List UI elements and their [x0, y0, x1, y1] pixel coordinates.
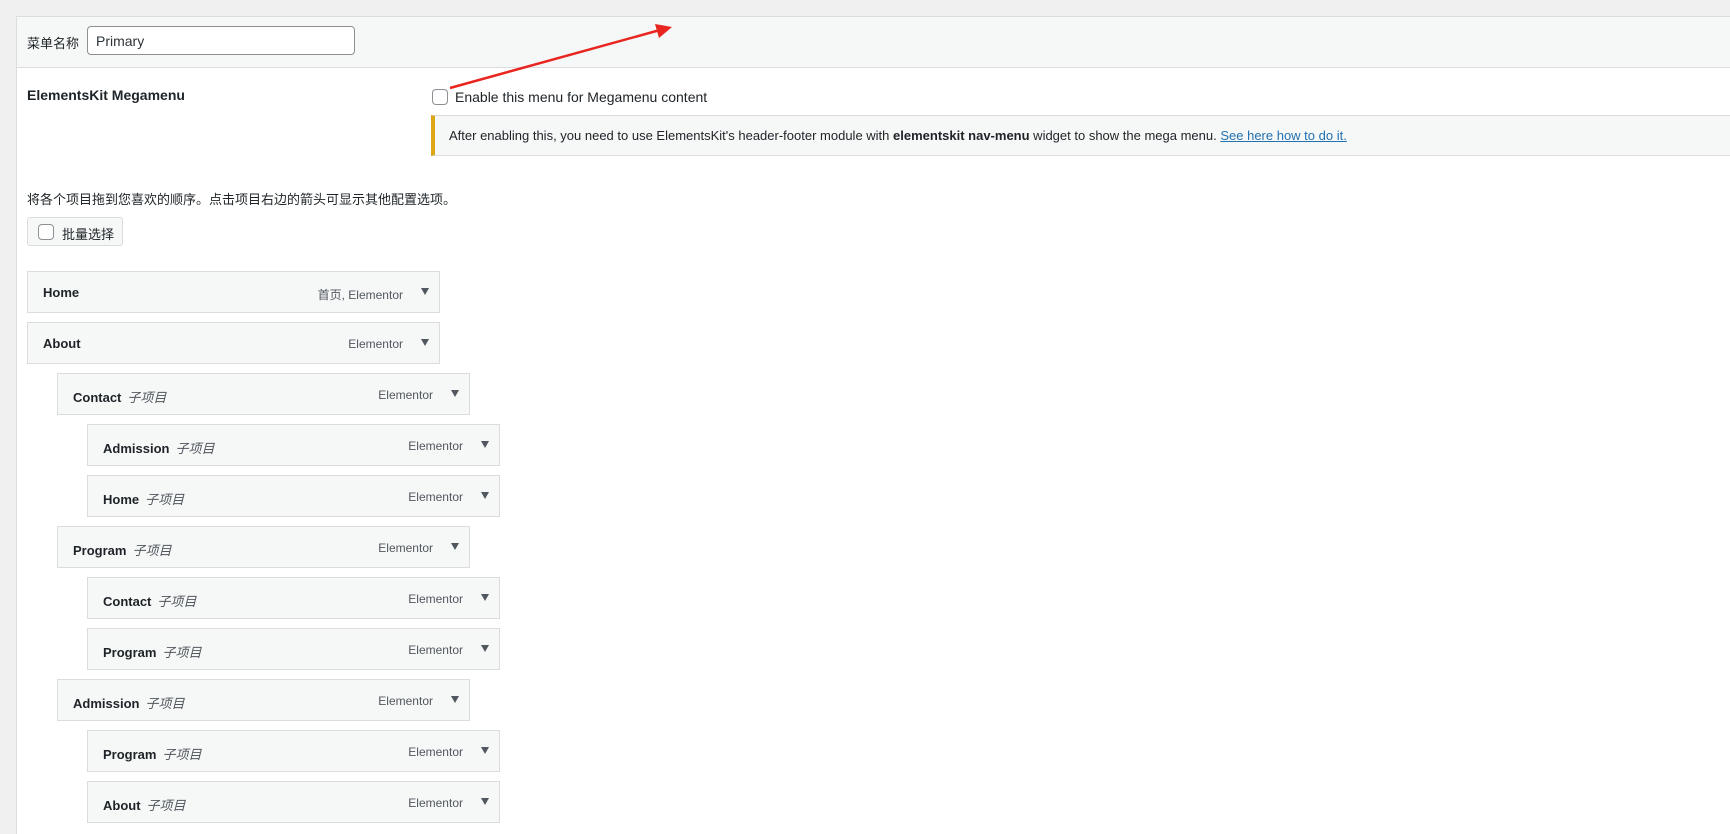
- annotation-arrow-icon: [449, 24, 672, 90]
